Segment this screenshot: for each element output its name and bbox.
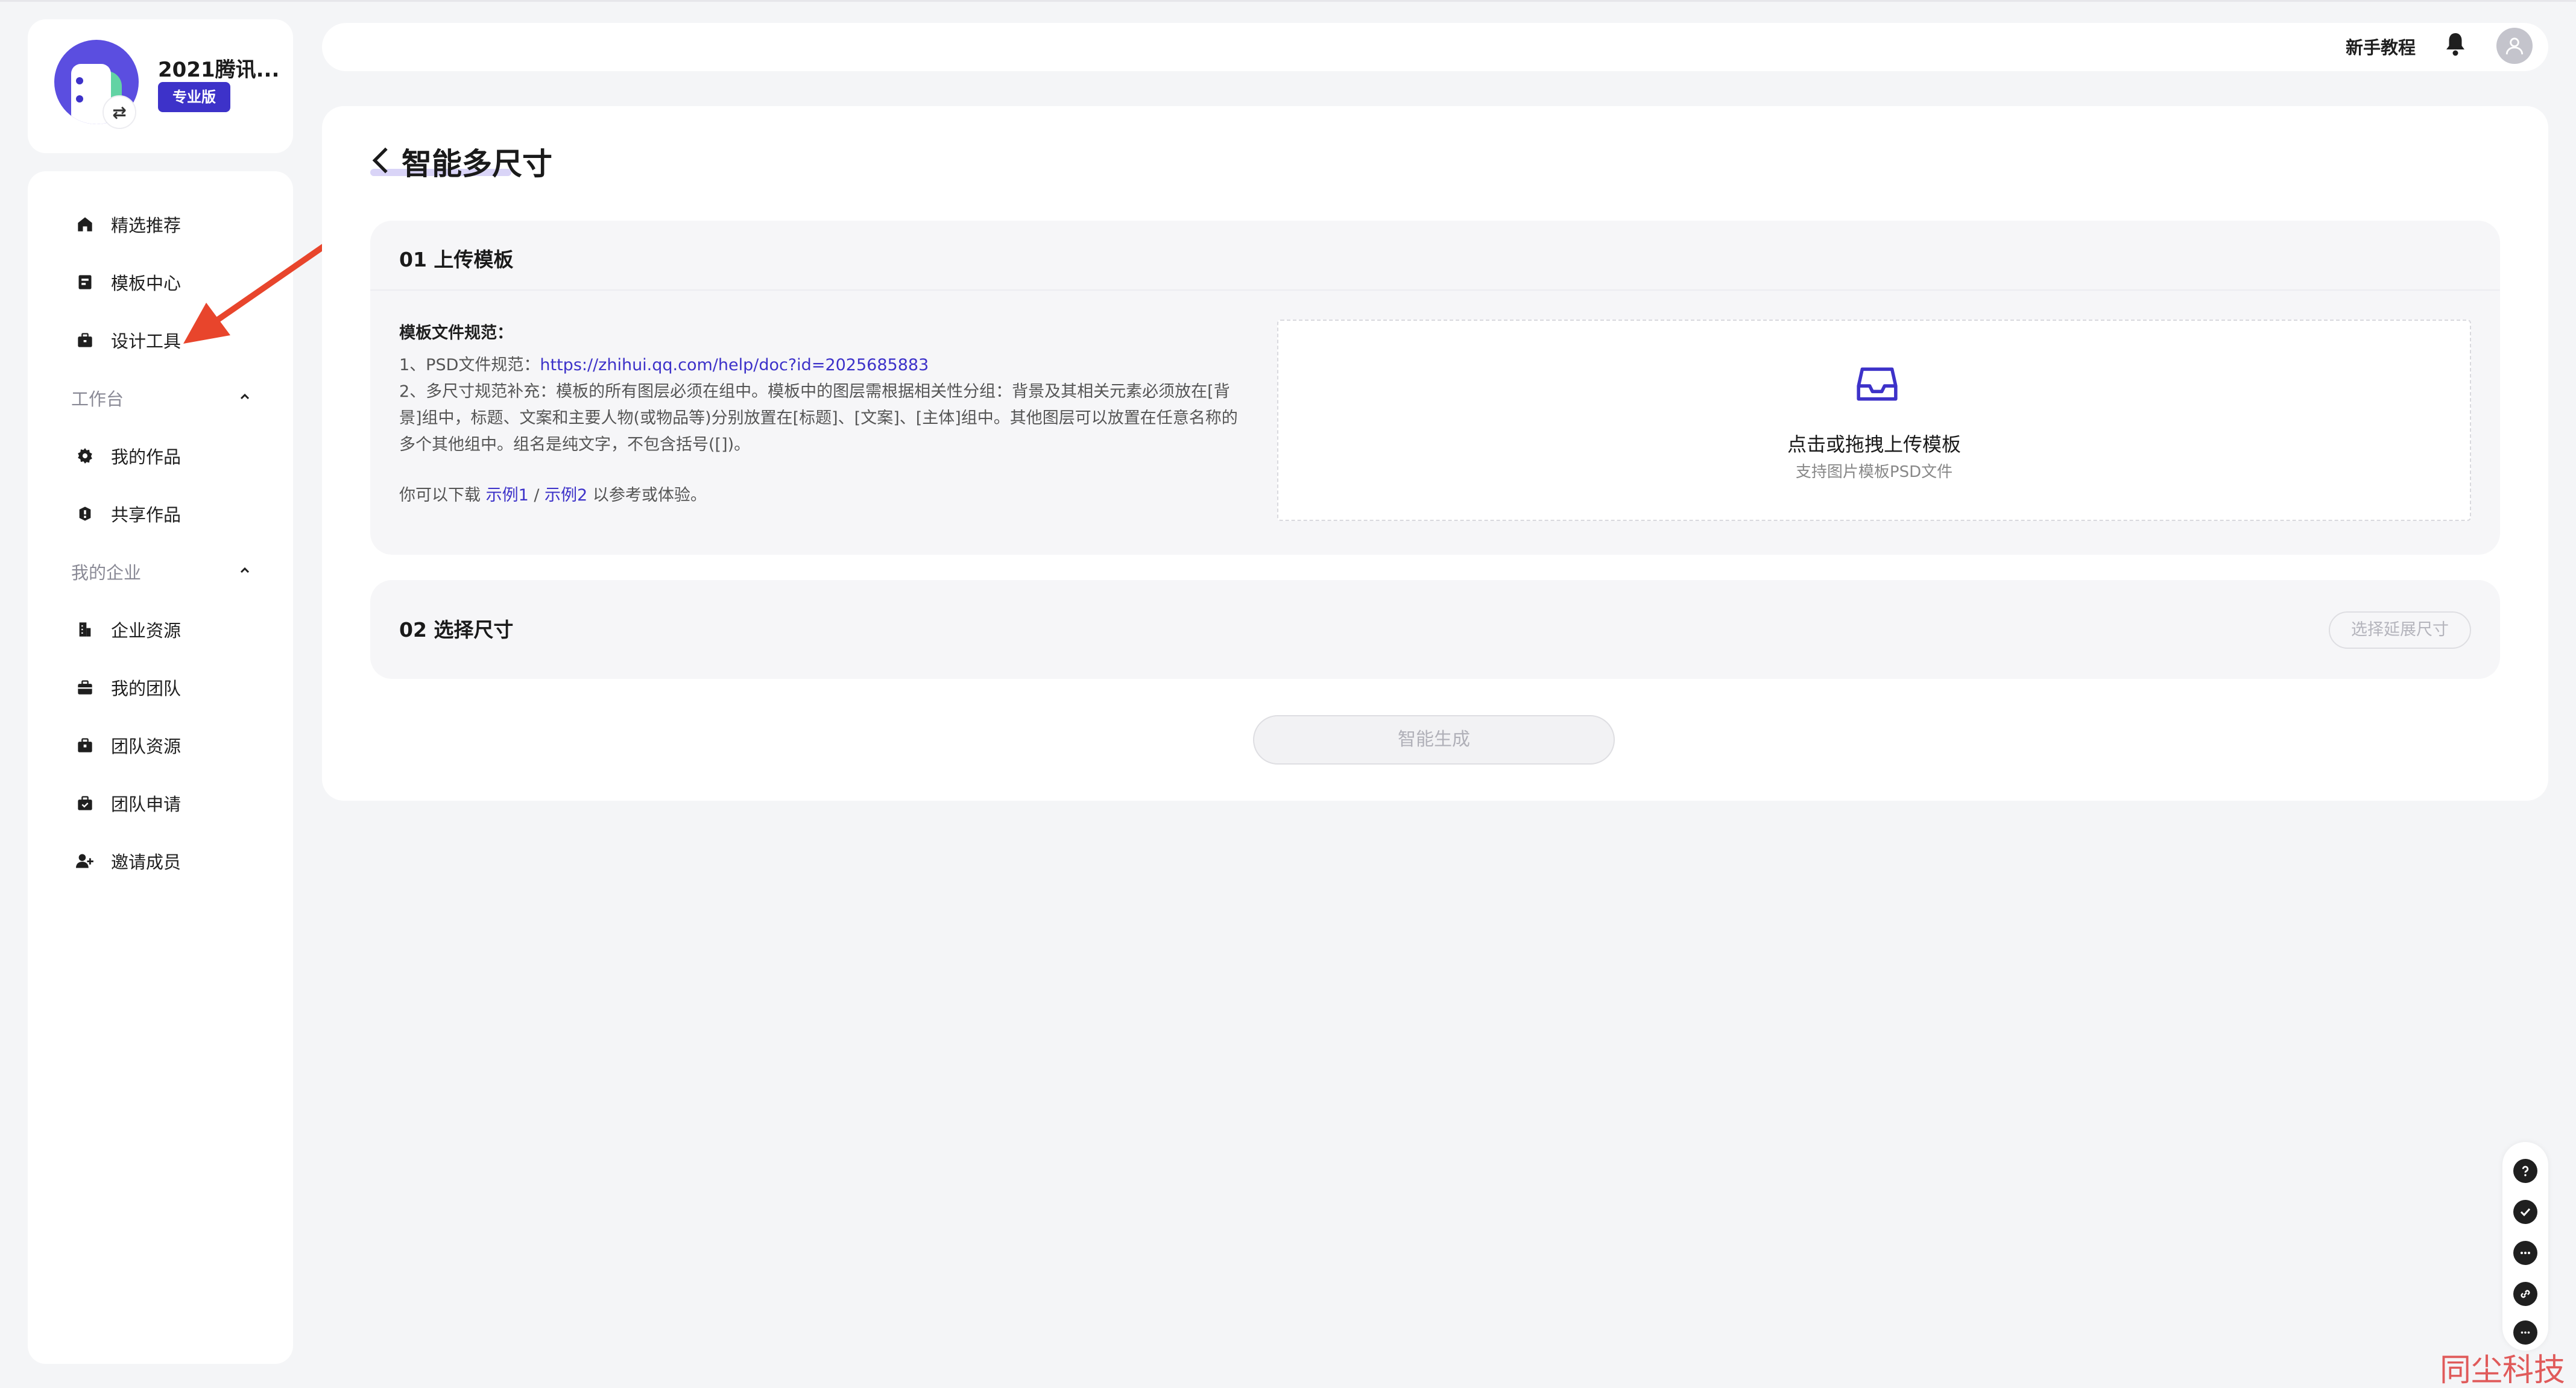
sidebar-group-label: 我的企业 (71, 563, 142, 583)
sidebar-item-enterprise-resources[interactable]: 企业资源 (76, 611, 181, 648)
sidebar-item-label: 我的作品 (111, 447, 182, 467)
sidebar-item-label: 精选推荐 (111, 215, 182, 236)
sidebar-group-label: 工作台 (71, 389, 124, 409)
sidebar-item-shared-works[interactable]: 共享作品 (76, 496, 181, 532)
link-icon[interactable] (2513, 1282, 2537, 1306)
top-header (322, 23, 2548, 71)
sidebar-item-label: 设计工具 (111, 331, 182, 352)
chevron-up-icon (238, 563, 252, 580)
sidebar-item-team-resources[interactable]: 团队资源 (76, 727, 181, 763)
help-icon[interactable] (2513, 1159, 2537, 1183)
sidebar-item-design-tools[interactable]: 设计工具 (76, 322, 181, 358)
team-icon (76, 678, 94, 696)
message-icon[interactable] (2513, 1241, 2537, 1265)
example-2-link[interactable]: 示例2 (545, 486, 587, 505)
pro-badge: 专业版 (158, 82, 230, 112)
psd-spec-link[interactable]: https://zhihui.qq.com/help/doc?id=202568… (540, 356, 929, 374)
sidebar-nav: 精选推荐 模板中心 设计工具 工作台 我的作品 共享作品 我的企业 企业资源 我… (28, 171, 293, 1364)
sidebar-item-my-team[interactable]: 我的团队 (76, 669, 181, 705)
folder-icon (76, 794, 94, 812)
sidebar-group-workspace[interactable]: 工作台 (71, 380, 252, 416)
sidebar-item-team-application[interactable]: 团队申请 (76, 785, 181, 821)
brand-name: 2021腾讯... (158, 58, 280, 82)
sidebar-item-my-works[interactable]: 我的作品 (76, 438, 181, 474)
add-user-icon (76, 852, 94, 870)
briefcase-icon (76, 736, 94, 754)
tutorial-link[interactable]: 新手教程 (2346, 34, 2416, 59)
inbox-icon (1855, 362, 1899, 406)
check-icon[interactable] (2513, 1200, 2537, 1224)
download-prefix: 你可以下载 (399, 486, 486, 505)
bell-icon[interactable] (2445, 31, 2466, 57)
back-button[interactable]: 智能多尺寸 (370, 140, 552, 183)
example-1-link[interactable]: 示例1 (486, 486, 529, 505)
download-suffix: 以参考或体验。 (587, 486, 707, 505)
watermark: 同尘科技 (2440, 1352, 2566, 1388)
upload-dropzone[interactable]: 点击或拖拽上传模板 支持图片模板PSD文件 (1277, 320, 2471, 521)
user-avatar[interactable] (2496, 28, 2533, 64)
upload-subtitle: 支持图片模板PSD文件 (1795, 463, 1953, 481)
generate-button[interactable]: 智能生成 (1253, 715, 1615, 765)
sidebar-item-featured[interactable]: 精选推荐 (76, 206, 181, 242)
template-icon (76, 273, 94, 291)
gear-icon (76, 447, 94, 465)
upload-title: 点击或拖拽上传模板 (1787, 433, 1961, 456)
select-size-button[interactable]: 选择延展尺寸 (2329, 611, 2471, 649)
chevron-left-icon (370, 147, 392, 177)
top-border (0, 0, 2576, 2)
toolbox-icon (76, 331, 94, 349)
sidebar-item-label: 共享作品 (111, 505, 182, 525)
select-size-section: 02 选择尺寸 选择延展尺寸 (370, 580, 2500, 679)
download-examples-text: 你可以下载 示例1 / 示例2 以参考或体验。 (399, 482, 1243, 509)
spec-title: 模板文件规范： (399, 324, 513, 342)
upload-template-section: 01 上传模板 模板文件规范： 1、PSD文件规范：https://zhihui… (370, 221, 2500, 555)
sidebar-item-label: 我的团队 (111, 678, 182, 699)
home-icon (76, 215, 94, 233)
spec-line-1-prefix: 1、PSD文件规范： (399, 356, 540, 374)
sidebar-item-label: 团队资源 (111, 736, 182, 757)
sidebar-group-enterprise[interactable]: 我的企业 (71, 554, 252, 590)
spec-line-1: 1、PSD文件规范：https://zhihui.qq.com/help/doc… (399, 352, 1243, 379)
sidebar-item-label: 邀请成员 (111, 852, 182, 872)
switch-account-icon[interactable]: ⇄ (103, 95, 136, 129)
divider (370, 289, 2500, 291)
sidebar-item-invite-members[interactable]: 邀请成员 (76, 843, 181, 879)
spec-line-2: 2、多尺寸规范补充：模板的所有图层必须在组中。模板中的图层需根据相关性分组：背景… (399, 382, 1238, 454)
building-icon (76, 620, 94, 639)
section-title: 01 上传模板 (399, 248, 514, 271)
floating-toolbar (2502, 1142, 2548, 1351)
brand-card[interactable]: ⇄ 2021腾讯... 专业版 (28, 19, 293, 153)
chevron-up-icon (238, 390, 252, 406)
user-icon (2505, 37, 2524, 55)
share-icon (76, 505, 94, 523)
page-title: 智能多尺寸 (402, 147, 552, 181)
sidebar-item-label: 模板中心 (111, 273, 182, 294)
main-panel: 智能多尺寸 01 上传模板 模板文件规范： 1、PSD文件规范：https://… (322, 106, 2548, 801)
sidebar-item-label: 企业资源 (111, 620, 182, 641)
section-title: 02 选择尺寸 (399, 618, 514, 642)
sidebar-item-label: 团队申请 (111, 794, 182, 815)
sidebar-item-templates[interactable]: 模板中心 (76, 264, 181, 300)
example-separator: / (528, 486, 545, 505)
chat-icon[interactable] (2513, 1320, 2537, 1345)
